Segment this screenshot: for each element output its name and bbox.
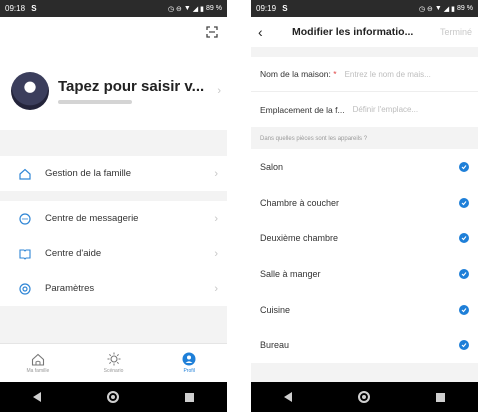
room-label: Chambre à coucher bbox=[260, 197, 340, 208]
dnd-icon: ⊖ bbox=[426, 5, 433, 13]
room-item[interactable]: Salon bbox=[251, 149, 478, 185]
home-name-label-text: Nom de la maison: bbox=[260, 69, 331, 79]
check-icon[interactable] bbox=[459, 233, 469, 244]
status-bar: 09:19 S ◷ ⊖ ▼ ◢ ▮ 89 % bbox=[251, 0, 478, 17]
menu-item-help[interactable]: Centre d'aide › bbox=[0, 236, 227, 271]
avatar[interactable] bbox=[11, 72, 49, 110]
tab-label: Profil bbox=[183, 368, 195, 374]
page-header: ‹ Modifier les informatio... Terminé bbox=[251, 17, 478, 47]
home-outline-icon bbox=[19, 168, 31, 180]
home-location-input[interactable]: Définir l'emplace... bbox=[353, 105, 470, 114]
battery-icon: ▮ bbox=[451, 5, 456, 13]
room-item[interactable]: Salle à manger bbox=[251, 256, 478, 292]
menu-label: Gestion de la famille bbox=[45, 168, 132, 179]
recents-nav-icon[interactable] bbox=[185, 392, 194, 402]
profile-account-blurred bbox=[58, 100, 132, 104]
room-item[interactable]: Chambre à coucher bbox=[251, 185, 478, 221]
check-icon[interactable] bbox=[459, 304, 469, 315]
chat-bubble-icon bbox=[19, 212, 31, 225]
room-label: Deuxième chambre bbox=[260, 233, 339, 244]
android-nav-bar bbox=[0, 382, 227, 412]
status-s: S bbox=[31, 4, 37, 13]
profile-name: Tapez pour saisir v... bbox=[58, 78, 205, 95]
rooms-caption: Dans quelles pièces sont les appareils ? bbox=[260, 136, 368, 142]
back-nav-icon[interactable] bbox=[33, 392, 41, 402]
menu-item-family[interactable]: Gestion de la famille › bbox=[0, 156, 227, 191]
room-label: Salle à manger bbox=[260, 268, 321, 279]
check-icon[interactable] bbox=[459, 340, 469, 351]
battery-level: 89 % bbox=[457, 5, 473, 12]
chevron-right-icon: › bbox=[214, 167, 218, 180]
check-icon[interactable] bbox=[459, 161, 469, 172]
chevron-right-icon: › bbox=[214, 247, 218, 260]
profile-card[interactable]: Tapez pour saisir v... › bbox=[11, 72, 221, 110]
android-nav-bar bbox=[251, 382, 478, 412]
tab-label: Ma famille bbox=[26, 367, 50, 374]
sun-icon bbox=[107, 352, 120, 366]
family-group: Gestion de la famille › bbox=[0, 156, 227, 191]
chevron-right-icon: › bbox=[214, 282, 218, 295]
required-marker: * bbox=[333, 69, 337, 79]
wifi-icon: ▼ bbox=[434, 5, 442, 12]
alarm-icon: ◷ bbox=[418, 5, 425, 13]
tab-my-family[interactable]: Ma famille bbox=[0, 344, 76, 382]
home-location-label: Emplacement de la f... bbox=[260, 104, 345, 115]
room-item[interactable]: Deuxième chambre bbox=[251, 220, 478, 256]
battery-icon: ▮ bbox=[200, 5, 205, 13]
home-nav-icon[interactable] bbox=[358, 391, 370, 403]
bottom-tab-bar: Ma famille Scénario Profil bbox=[0, 343, 227, 382]
room-label: Salon bbox=[260, 161, 284, 172]
status-time: 09:18 bbox=[5, 4, 26, 13]
status-bar: 09:18 S ◷ ⊖ ▼ ◢ ▮ 89 % bbox=[0, 0, 227, 17]
home-name-label: Nom de la maison: * bbox=[260, 69, 337, 79]
signal-icon: ◢ bbox=[192, 5, 199, 13]
support-group: Centre de messagerie › Centre d'aide › P… bbox=[0, 201, 227, 306]
status-s: S bbox=[282, 4, 288, 13]
check-icon[interactable] bbox=[459, 268, 469, 279]
dnd-icon: ⊖ bbox=[175, 5, 182, 13]
signal-icon: ◢ bbox=[443, 5, 450, 13]
tab-scenario[interactable]: Scénario bbox=[76, 344, 152, 382]
page-title: Modifier les informatio... bbox=[292, 26, 414, 38]
wifi-icon: ▼ bbox=[183, 5, 191, 12]
profile-screen: 09:18 S ◷ ⊖ ▼ ◢ ▮ 89 % Tapez pour saisir… bbox=[0, 0, 227, 412]
menu-label: Paramètres bbox=[45, 283, 95, 294]
check-icon[interactable] bbox=[459, 197, 469, 208]
settings-icon bbox=[19, 282, 31, 295]
alarm-icon: ◷ bbox=[167, 5, 174, 13]
menu-label: Centre d'aide bbox=[45, 248, 102, 259]
home-nav-icon[interactable] bbox=[107, 391, 119, 403]
scan-icon[interactable] bbox=[206, 26, 218, 38]
menu-label: Centre de messagerie bbox=[45, 213, 139, 224]
menu-item-settings[interactable]: Paramètres › bbox=[0, 271, 227, 306]
home-info-form: Nom de la maison: * Entrez le nom de mai… bbox=[251, 57, 478, 127]
profile-header: Tapez pour saisir v... › bbox=[0, 17, 227, 130]
room-label: Cuisine bbox=[260, 304, 291, 315]
home-name-row[interactable]: Nom de la maison: * Entrez le nom de mai… bbox=[251, 57, 478, 92]
room-item[interactable]: Bureau bbox=[251, 327, 478, 363]
tab-profile[interactable]: Profil bbox=[151, 344, 227, 382]
chevron-right-icon: › bbox=[214, 212, 218, 225]
home-icon bbox=[31, 353, 44, 366]
recents-nav-icon[interactable] bbox=[436, 392, 445, 402]
profile-icon bbox=[182, 352, 196, 366]
edit-home-screen: 09:19 S ◷ ⊖ ▼ ◢ ▮ 89 % ‹ Modifier les in… bbox=[251, 0, 478, 412]
home-name-input[interactable]: Entrez le nom de mais... bbox=[345, 70, 470, 79]
back-arrow-icon[interactable]: ‹ bbox=[258, 24, 276, 40]
back-nav-icon[interactable] bbox=[284, 392, 292, 402]
book-icon bbox=[19, 248, 31, 260]
tab-label: Scénario bbox=[103, 368, 124, 374]
room-item[interactable]: Cuisine bbox=[251, 292, 478, 328]
done-button[interactable]: Terminé bbox=[440, 27, 472, 37]
battery-level: 89 % bbox=[206, 5, 222, 12]
room-label: Bureau bbox=[260, 340, 290, 351]
status-time: 09:19 bbox=[256, 4, 277, 13]
chevron-right-icon: › bbox=[217, 85, 221, 97]
menu-item-messages[interactable]: Centre de messagerie › bbox=[0, 201, 227, 236]
room-list: Salon Chambre à coucher Deuxième chambre… bbox=[251, 149, 478, 364]
home-location-row[interactable]: Emplacement de la f... Définir l'emplace… bbox=[251, 92, 478, 127]
